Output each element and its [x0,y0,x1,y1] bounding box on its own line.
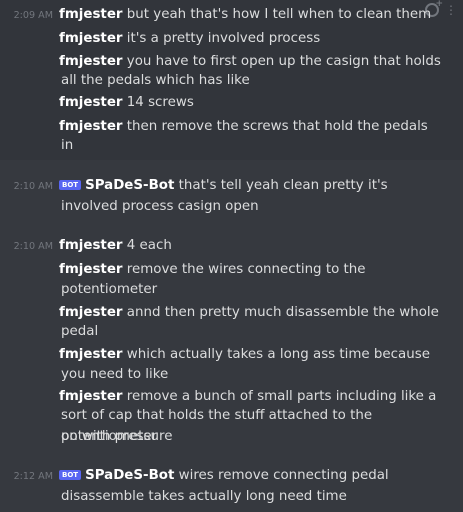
message-text: annd then pretty much disassemble the wh… [126,305,439,320]
message-text: then remove the screws that hold the ped… [126,119,428,134]
message-text: but yeah that's how I tell when to clean… [126,7,432,22]
message-text: all the pedals which has like [61,73,250,88]
message-text: potentiometer [61,282,158,297]
message-text: which actually takes a long ass time bec… [126,347,430,362]
author-name[interactable]: fmjester [59,347,123,362]
author-name[interactable]: fmjester [59,389,123,404]
message-text: remove the wires connecting to the [126,262,366,277]
timestamp: 2:12 AM [13,471,53,482]
timestamp: 2:10 AM [13,241,53,252]
message-text: involved process casign open [61,199,259,214]
author-name[interactable]: SPaDeS-Bot [85,468,174,483]
author-name[interactable]: fmjester [59,7,123,22]
author-name[interactable]: SPaDeS-Bot [85,178,174,193]
message-text: 4 each [126,238,172,253]
message-text: pedal [61,324,99,339]
message-text: it's a pretty involved process [126,31,321,46]
message-text: wires remove connecting pedal [178,468,389,483]
author-name[interactable]: fmjester [59,31,123,46]
message-text: remove a bunch of small parts including … [126,389,437,404]
bot-badge: BOT [59,470,82,480]
message-text: that's tell yeah clean pretty it's [178,178,388,193]
message-text: 14 screws [126,95,194,110]
author-name[interactable]: fmjester [59,54,123,69]
author-name[interactable]: fmjester [59,238,123,253]
timestamp: 2:09 AM [13,10,53,21]
message-text: disassemble takes actually long need tim… [61,489,347,504]
bot-badge: BOT [59,180,82,190]
message-text: on with pressure [61,429,173,444]
author-name[interactable]: fmjester [59,305,123,320]
message-text: in [61,138,74,153]
timestamp: 2:10 AM [13,181,53,192]
author-name[interactable]: fmjester [59,262,123,277]
message-text: you have to first open up the casign tha… [126,54,441,69]
author-name[interactable]: fmjester [59,95,123,110]
author-name[interactable]: fmjester [59,119,123,134]
message-text: you need to like [61,367,169,382]
